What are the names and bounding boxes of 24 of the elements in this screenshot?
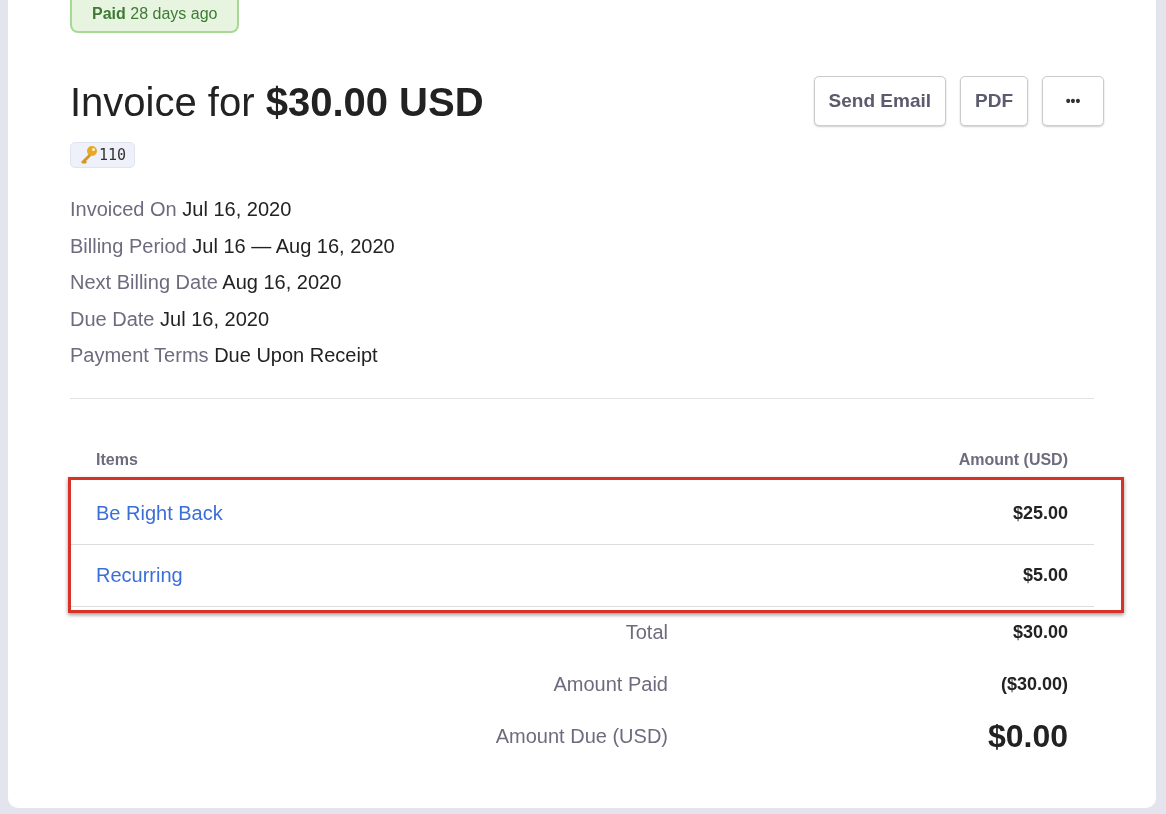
item-link[interactable]: Recurring bbox=[96, 563, 183, 587]
total-label: Amount Due (USD) bbox=[494, 725, 668, 748]
detail-line: Billing Period Jul 16 — Aug 16, 2020 bbox=[70, 233, 396, 259]
item-link[interactable]: Be Right Back bbox=[96, 501, 223, 525]
invoice-title: Invoice for $30.00 USD bbox=[70, 79, 484, 126]
detail-line: Next Billing Date Aug 16, 2020 bbox=[70, 270, 343, 295]
column-header: Amount (USD) bbox=[958, 450, 1068, 470]
total-value: $0.00 bbox=[986, 718, 1068, 755]
item-amount: $5.00 bbox=[1022, 564, 1068, 586]
detail-line: Payment Terms Due Upon Receipt bbox=[70, 343, 379, 368]
column-header: Items bbox=[96, 450, 138, 470]
total-label: Total bbox=[624, 621, 668, 644]
id-number: 110 bbox=[99, 146, 127, 164]
status-badge: Paid 28 days ago bbox=[70, 0, 240, 33]
detail-line: Due Date Jul 16, 2020 bbox=[70, 306, 271, 332]
total-label: Amount Paid bbox=[552, 673, 668, 696]
key-icon bbox=[79, 145, 99, 165]
detail-line: Invoiced On Jul 16, 2020 bbox=[70, 197, 293, 222]
action-button[interactable]: Send Email bbox=[813, 76, 946, 126]
action-button[interactable]: PDF bbox=[960, 76, 1028, 126]
item-amount: $25.00 bbox=[1012, 502, 1068, 524]
action-button[interactable]: ••• bbox=[1042, 76, 1104, 126]
total-value: $30.00 bbox=[1011, 622, 1068, 643]
total-value: ($30.00) bbox=[999, 674, 1068, 695]
